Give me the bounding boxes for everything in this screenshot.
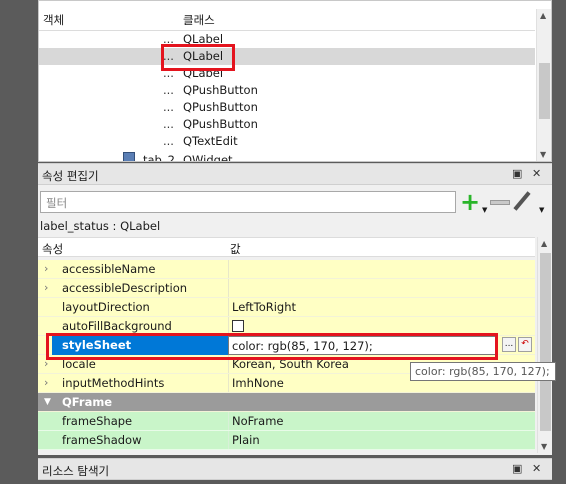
column-header-value[interactable]: 값 xyxy=(230,241,241,257)
tree-row-selected[interactable]: ... QLabel xyxy=(39,48,535,65)
tree-row[interactable]: ... QLabel xyxy=(39,31,535,48)
tree-row[interactable]: ... QPushButton xyxy=(39,116,535,133)
tree-row[interactable]: ... QTextEdit xyxy=(39,133,535,150)
property-row[interactable]: › accessibleDescription xyxy=(38,279,535,298)
column-header-class[interactable]: 클래스 xyxy=(183,12,215,28)
object-inspector: 객체 클래스 ... QLabel ... QLabel ... QLabel … xyxy=(38,0,552,162)
resource-browser-title: 리소스 탐색기 xyxy=(42,464,110,478)
object-name-label: label_status : QLabel xyxy=(40,219,161,233)
close-icon[interactable]: ✕ xyxy=(532,462,541,475)
tree-row[interactable]: ... QPushButton xyxy=(39,82,535,99)
expand-icon[interactable]: › xyxy=(44,376,48,389)
chevron-down-icon[interactable]: ▼ xyxy=(482,206,487,214)
scroll-down-icon[interactable]: ▼ xyxy=(540,150,546,159)
scroll-thumb[interactable] xyxy=(539,63,550,119)
property-row[interactable]: frameShape NoFrame xyxy=(38,412,535,431)
property-row[interactable]: layoutDirection LeftToRight xyxy=(38,298,535,317)
property-row[interactable]: › accessibleName xyxy=(38,260,535,279)
more-button[interactable]: ... xyxy=(502,337,516,352)
chevron-down-icon[interactable]: ▼ xyxy=(539,206,544,214)
close-icon[interactable]: ✕ xyxy=(532,167,541,180)
tree-row[interactable]: ... QLabel xyxy=(39,65,535,82)
scroll-down-icon[interactable]: ▼ xyxy=(541,442,547,451)
remove-property-icon[interactable] xyxy=(490,200,510,205)
column-header-property[interactable]: 속성 xyxy=(42,241,63,257)
highlight-box-qlabel xyxy=(161,44,235,71)
column-header-object[interactable]: 객체 xyxy=(43,12,64,28)
widget-icon xyxy=(123,152,135,161)
scroll-thumb[interactable] xyxy=(540,253,551,431)
property-editor-titlebar: 속성 편집기 ▣ ✕ xyxy=(38,163,552,185)
scroll-up-icon[interactable]: ▲ xyxy=(541,239,547,248)
property-group-qframe[interactable]: ▼ QFrame xyxy=(38,393,535,412)
resource-browser-titlebar: 리소스 탐색기 ▣ ✕ xyxy=(38,458,552,480)
filter-input[interactable]: 필터 xyxy=(40,191,456,213)
property-grid-header: 속성 값 xyxy=(38,237,535,257)
property-scrollbar[interactable]: ▲ ▼ xyxy=(537,237,552,453)
object-inspector-header: 객체 클래스 xyxy=(39,9,535,31)
wrench-icon[interactable] xyxy=(513,191,531,211)
property-row[interactable]: frameShadow Plain xyxy=(38,431,535,450)
float-icon[interactable]: ▣ xyxy=(512,462,522,475)
expand-icon[interactable]: › xyxy=(44,262,48,275)
tooltip: color: rgb(85, 170, 127); xyxy=(410,362,556,381)
inspector-scrollbar[interactable]: ▲ ▼ xyxy=(536,9,551,161)
collapse-icon[interactable]: ▼ xyxy=(44,397,51,407)
float-icon[interactable]: ▣ xyxy=(512,167,522,180)
property-editor-title: 속성 편집기 xyxy=(42,169,99,183)
reset-button[interactable]: ↶ xyxy=(518,337,532,352)
expand-icon[interactable]: › xyxy=(44,281,48,294)
scroll-up-icon[interactable]: ▲ xyxy=(540,11,546,20)
highlight-box-stylesheet xyxy=(46,333,498,360)
add-dynamic-property-icon[interactable]: + xyxy=(460,188,480,216)
tree-row[interactable]: ... QPushButton xyxy=(39,99,535,116)
tree-row-partial[interactable]: tab_2 QWidget xyxy=(39,152,535,161)
property-editor: 필터 + ▼ ▼ label_status : QLabel 속성 값 › ac… xyxy=(38,185,552,455)
autofill-checkbox[interactable] xyxy=(232,320,244,332)
